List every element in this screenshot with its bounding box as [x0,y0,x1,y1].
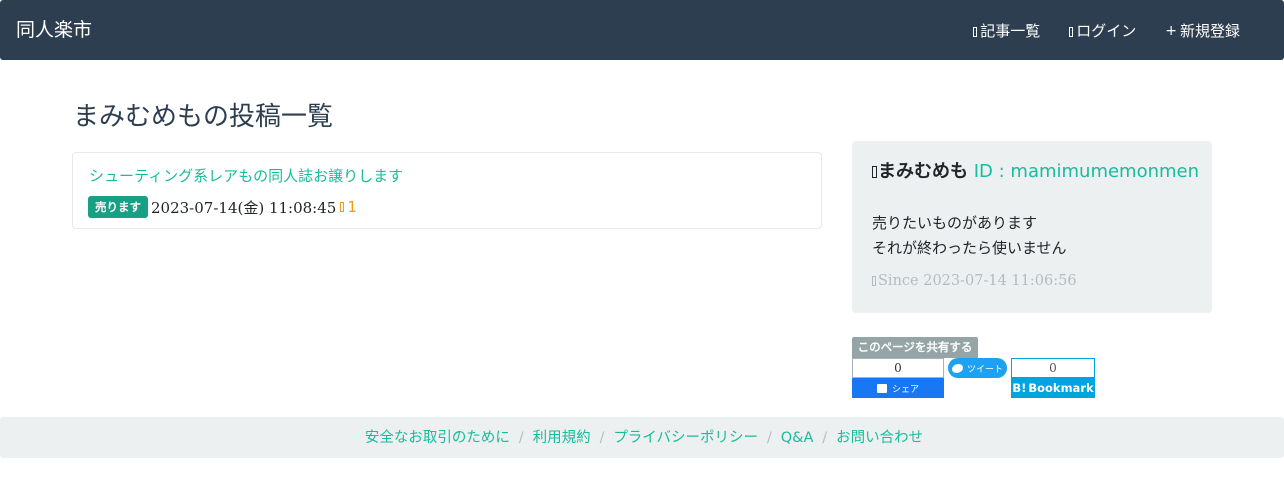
profile-bio-line: それが終わったら使いません [872,239,1067,257]
heart-icon [340,202,345,212]
share-label: このページを共有する [852,337,978,358]
footer-link-privacy[interactable]: プライバシーポリシー [613,428,758,448]
footer-link-qa[interactable]: Q&A [781,428,814,448]
nav-link-register[interactable]: + 新規登録 [1165,20,1240,42]
post-list-item: シューティング系レアもの同人誌お譲りします 売ります 2023-07-14(金)… [72,152,822,229]
nav-links: 記事一覧 ログイン + 新規登録 [973,20,1240,42]
navbar: 同人楽市 記事一覧 ログイン + 新規登録 [0,0,1284,60]
twitter-bird-icon [951,363,963,373]
sell-badge: 売ります [88,196,148,218]
favorite-count: 1 [340,198,357,216]
facebook-share-widget: 0 シェア [852,358,944,398]
document-icon [973,27,978,37]
nav-link-login[interactable]: ログイン [1069,20,1136,42]
hatena-logo-icon: B! [1012,381,1027,395]
footer-separator: / [767,429,772,446]
footer-separator: / [599,429,605,446]
favorite-count-value: 1 [347,198,357,216]
nav-link-articles-label: 記事一覧 [980,22,1041,40]
hatena-bookmark-label: Bookmark [1028,381,1094,395]
profile-bio: 売りたいものがあります それが終わったら使いません [872,211,1067,261]
page-title: まみむめもの投稿一覧 [73,102,334,132]
tweet-button-label: ツイート [966,364,1003,375]
post-meta: 売ります 2023-07-14(金) 11:08:45 1 [88,196,357,218]
tweet-button[interactable]: ツイート [948,358,1007,378]
login-icon [1069,27,1074,37]
hatena-bookmark-count: 0 [1011,358,1095,378]
profile-username: まみむめも [878,161,968,182]
footer-separator: / [822,429,828,446]
footer-link-contact[interactable]: お問い合わせ [836,428,923,448]
facebook-share-count: 0 [852,358,944,378]
footer-link-safety[interactable]: 安全なお取引のために [365,428,510,448]
footer-separator: / [518,429,524,446]
profile-since-text: Since 2023-07-14 11:06:56 [878,273,1077,289]
profile-id: ID : mamimumemonmen [973,161,1200,182]
hatena-bookmark-button[interactable]: B! Bookmark [1011,378,1095,398]
footer: 安全なお取引のために / 利用規約 / プライバシーポリシー / Q&A / お… [0,417,1284,458]
post-title-link[interactable]: シューティング系レアもの同人誌お譲りします [89,166,403,186]
facebook-share-label: シェア [891,384,919,395]
profile-card: まみむめも ID : mamimumemonmen 売りたいものがあります それ… [852,141,1212,313]
clock-icon [872,276,876,286]
plus-icon: + [1165,23,1177,39]
profile-bio-line: 売りたいものがあります [872,214,1038,232]
profile-header: まみむめも ID : mamimumemonmen [872,161,1202,182]
brand-logo[interactable]: 同人楽市 [16,18,92,42]
footer-link-terms[interactable]: 利用規約 [533,428,591,448]
nav-link-login-label: ログイン [1076,22,1137,40]
nav-link-articles[interactable]: 記事一覧 [973,20,1040,42]
nav-link-register-label: 新規登録 [1179,22,1240,40]
user-icon [872,166,877,178]
hatena-bookmark-widget: 0 B! Bookmark [1011,358,1095,398]
thumbs-up-icon [876,383,887,393]
profile-since: Since 2023-07-14 11:06:56 [872,271,1077,291]
facebook-share-button[interactable]: シェア [852,378,944,398]
post-date: 2023-07-14(金) 11:08:45 [151,198,337,217]
